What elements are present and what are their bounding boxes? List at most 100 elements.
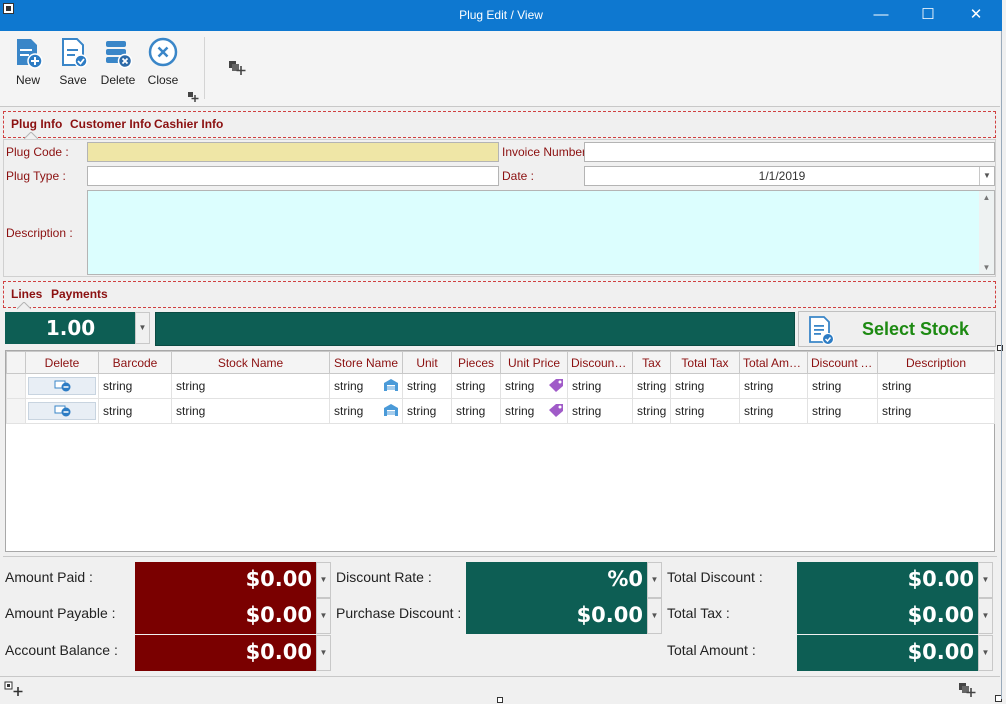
description-scrollbar[interactable]: ▲ ▼ [979, 191, 994, 274]
delete-row-button[interactable] [28, 402, 96, 420]
plug-code-input[interactable] [87, 142, 499, 162]
price-tag-icon[interactable] [548, 403, 564, 417]
delete-row-cell[interactable] [25, 398, 99, 424]
column-header-stock-name[interactable]: Stock Name [171, 351, 330, 374]
barcode-cell[interactable]: string [98, 373, 172, 399]
tab-plug-info[interactable]: Plug Info [11, 117, 62, 131]
minimize-button[interactable]: — [866, 4, 896, 26]
scroll-up-icon[interactable]: ▲ [979, 193, 994, 202]
discount-cell[interactable]: string [567, 398, 633, 424]
total-amount-cell[interactable]: string [739, 373, 808, 399]
info-tab-bar: Plug Info Customer Info Cashier Info [3, 111, 996, 140]
discount-amount-cell[interactable]: string [807, 373, 878, 399]
column-header-pieces[interactable]: Pieces [451, 351, 501, 374]
unit-price-text: string [505, 379, 535, 393]
discount-cell[interactable]: string [567, 373, 633, 399]
pieces-cell[interactable]: string [451, 373, 501, 399]
column-header-unit[interactable]: Unit [402, 351, 452, 374]
column-header-delete[interactable]: Delete [25, 351, 99, 374]
tab-customer-info[interactable]: Customer Info [70, 117, 151, 131]
total-amount-field[interactable]: $0.00 [797, 635, 978, 671]
total-tax-field[interactable]: $0.00 [797, 598, 978, 634]
close-button[interactable]: Close [141, 37, 185, 87]
tab-payments[interactable]: Payments [51, 287, 108, 301]
total-tax-dropdown-icon[interactable]: ▼ [978, 598, 993, 634]
description-textarea[interactable] [87, 190, 995, 275]
description-cell[interactable]: string [877, 373, 995, 399]
description-label: Description : [6, 226, 73, 240]
discount-rate-dropdown-icon[interactable]: ▼ [647, 562, 662, 598]
select-stock-button[interactable]: Select Stock [798, 311, 996, 347]
total-discount-field[interactable]: $0.00 [797, 562, 978, 598]
barcode-input[interactable] [155, 312, 795, 346]
table-row[interactable]: string string string string string strin… [6, 373, 995, 399]
unit-cell[interactable]: string [402, 373, 452, 399]
column-header-description[interactable]: Description [877, 351, 995, 374]
unit-price-cell[interactable]: string [500, 398, 568, 424]
maximize-button[interactable]: ☐ [913, 4, 943, 26]
store-icon[interactable] [383, 403, 399, 417]
scroll-down-icon[interactable]: ▼ [979, 263, 994, 272]
column-header-barcode[interactable]: Barcode [98, 351, 172, 374]
invoice-number-input[interactable] [584, 142, 995, 162]
column-header-discount-amount[interactable]: Discount A... [807, 351, 878, 374]
store-icon[interactable] [383, 378, 399, 392]
store-name-cell[interactable]: string [329, 398, 403, 424]
resize-handle[interactable] [997, 345, 1003, 351]
tax-cell[interactable]: string [632, 398, 671, 424]
amount-payable-field[interactable]: $0.00 [135, 598, 316, 634]
purchase-discount-dropdown-icon[interactable]: ▼ [647, 598, 662, 634]
price-tag-icon[interactable] [548, 378, 564, 392]
total-amount-cell[interactable]: string [739, 398, 808, 424]
column-header-total-amount[interactable]: Total Amo... [739, 351, 808, 374]
amount-payable-dropdown-icon[interactable]: ▼ [316, 598, 331, 634]
ribbon-expand-icon[interactable] [187, 91, 199, 103]
row-indicator[interactable] [6, 373, 26, 399]
column-header-discount[interactable]: Discount ... [567, 351, 633, 374]
description-cell[interactable]: string [877, 398, 995, 424]
layout-customize-icon[interactable] [228, 60, 246, 76]
store-name-cell[interactable]: string [329, 373, 403, 399]
table-row[interactable]: string string string string string strin… [6, 398, 995, 424]
total-discount-dropdown-icon[interactable]: ▼ [978, 562, 993, 598]
tax-cell[interactable]: string [632, 373, 671, 399]
column-header-store-name[interactable]: Store Name [329, 351, 403, 374]
store-name-text: string [334, 404, 364, 418]
column-header-total-tax[interactable]: Total Tax [670, 351, 740, 374]
total-tax-cell[interactable]: string [670, 398, 740, 424]
row-indicator[interactable] [6, 398, 26, 424]
delete-button[interactable]: Delete [96, 37, 140, 87]
tab-cashier-info[interactable]: Cashier Info [154, 117, 223, 131]
total-tax-cell[interactable]: string [670, 373, 740, 399]
new-button[interactable]: New [6, 37, 50, 87]
save-button[interactable]: Save [51, 37, 95, 87]
plug-type-input[interactable] [87, 166, 499, 186]
delete-row-cell[interactable] [25, 373, 99, 399]
discount-amount-cell[interactable]: string [807, 398, 878, 424]
stock-name-cell[interactable]: string [171, 398, 330, 424]
quantity-input[interactable]: 1.00 [5, 312, 136, 344]
quantity-dropdown-icon[interactable]: ▼ [135, 312, 150, 344]
column-header-unit-price[interactable]: Unit Price [500, 351, 568, 374]
delete-row-button[interactable] [28, 377, 96, 395]
chevron-down-icon[interactable]: ▼ [979, 167, 994, 185]
column-header-tax[interactable]: Tax [632, 351, 671, 374]
amount-paid-dropdown-icon[interactable]: ▼ [316, 562, 331, 598]
discount-rate-field[interactable]: %0 [466, 562, 647, 598]
barcode-cell[interactable]: string [98, 398, 172, 424]
purchase-discount-field[interactable]: $0.00 [466, 598, 647, 634]
resize-handle[interactable] [497, 697, 503, 703]
amount-paid-field[interactable]: $0.00 [135, 562, 316, 598]
tab-lines[interactable]: Lines [11, 287, 42, 301]
unit-cell[interactable]: string [402, 398, 452, 424]
total-amount-dropdown-icon[interactable]: ▼ [978, 635, 993, 671]
date-picker[interactable]: 1/1/2019 [584, 166, 995, 186]
layout-customize-icon[interactable] [958, 682, 976, 698]
account-balance-field[interactable]: $0.00 [135, 635, 316, 671]
stock-name-cell[interactable]: string [171, 373, 330, 399]
layout-customize-icon[interactable] [4, 681, 24, 697]
account-balance-dropdown-icon[interactable]: ▼ [316, 635, 331, 671]
unit-price-cell[interactable]: string [500, 373, 568, 399]
close-window-button[interactable]: ✕ [961, 4, 991, 26]
pieces-cell[interactable]: string [451, 398, 501, 424]
